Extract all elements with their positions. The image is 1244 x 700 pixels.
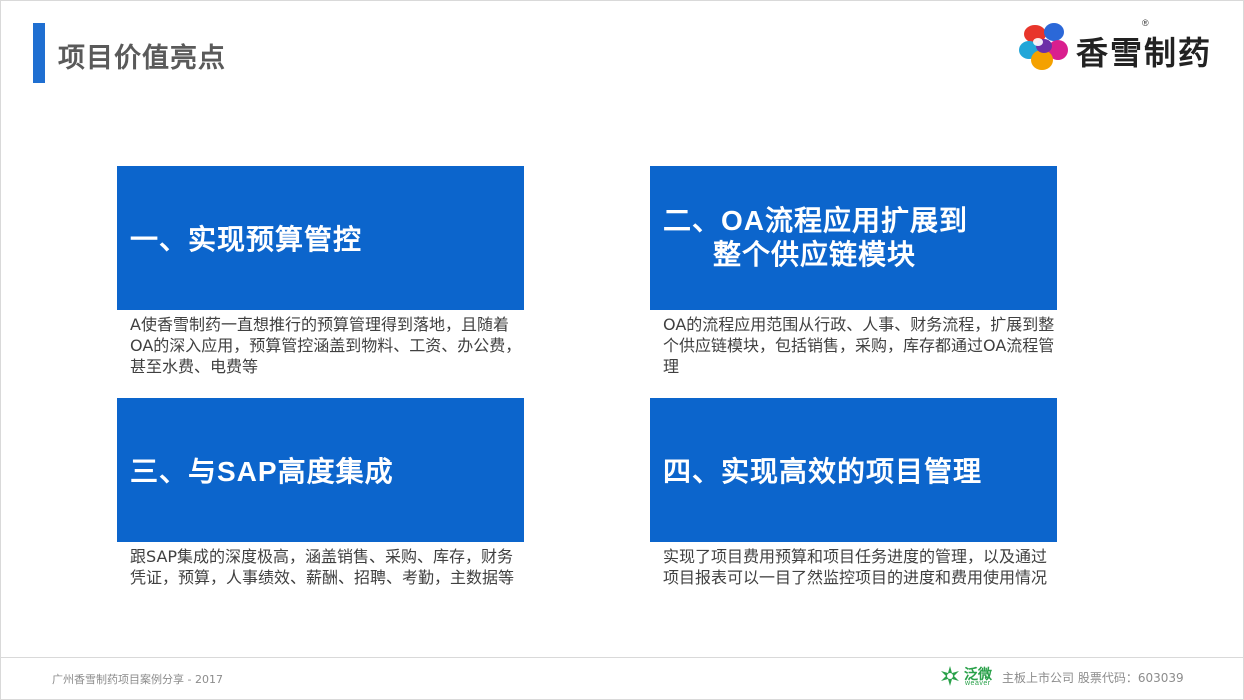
card-1-heading: 一、实现预算管控: [117, 166, 524, 310]
card-2-body: OA的流程应用范围从行政、人事、财务流程，扩展到整个供应链模块，包括销售，采购，…: [663, 315, 1055, 376]
footer-divider: [0, 657, 1244, 658]
card-4-heading: 四、实现高效的项目管理: [650, 398, 1057, 542]
card-2-heading: 二、OA流程应用扩展到 整个供应链模块: [650, 166, 1057, 310]
card-2-heading-line1: 二、OA流程应用扩展到: [663, 205, 969, 236]
brand-name: 香雪制药: [1076, 34, 1213, 72]
title-accent-bar: [33, 23, 45, 83]
card-4-body: 实现了项目费用预算和项目任务进度的管理，以及通过项目报表可以一目了然监控项目的进…: [663, 547, 1048, 587]
weaver-name-en: weaver: [965, 680, 991, 687]
page-title: 项目价值亮点: [58, 43, 226, 73]
weaver-logo: 泛微 weaver: [938, 662, 998, 690]
card-3-heading-text: 三、与SAP高度集成: [130, 456, 394, 487]
card-3-heading: 三、与SAP高度集成: [117, 398, 524, 542]
registered-mark: ®: [1142, 18, 1149, 28]
weaver-leaf-icon: [941, 666, 959, 686]
card-2-heading-line2: 整个供应链模块: [713, 239, 917, 270]
card-1-body: A使香雪制药一直想推行的预算管理得到落地，且随着OA的深入应用，预算管控涵盖到物…: [130, 315, 522, 376]
footer-caption: 广州香雪制药项目案例分享 - 2017: [52, 673, 223, 686]
card-4-heading-text: 四、实现高效的项目管理: [663, 456, 983, 487]
card-1-heading-text: 一、实现预算管控: [130, 224, 363, 255]
petal-logo-icon: [1019, 23, 1068, 70]
card-3-body: 跟SAP集成的深度极高，涵盖销售、采购、库存，财务凭证，预算，人事绩效、薪酬、招…: [130, 547, 515, 587]
stock-info: 主板上市公司 股票代码：603039: [1002, 671, 1184, 685]
card-2-heading-text: 二、OA流程应用扩展到 整个供应链模块: [663, 204, 968, 272]
brand-logo: 香雪制药 ®: [1018, 18, 1228, 72]
